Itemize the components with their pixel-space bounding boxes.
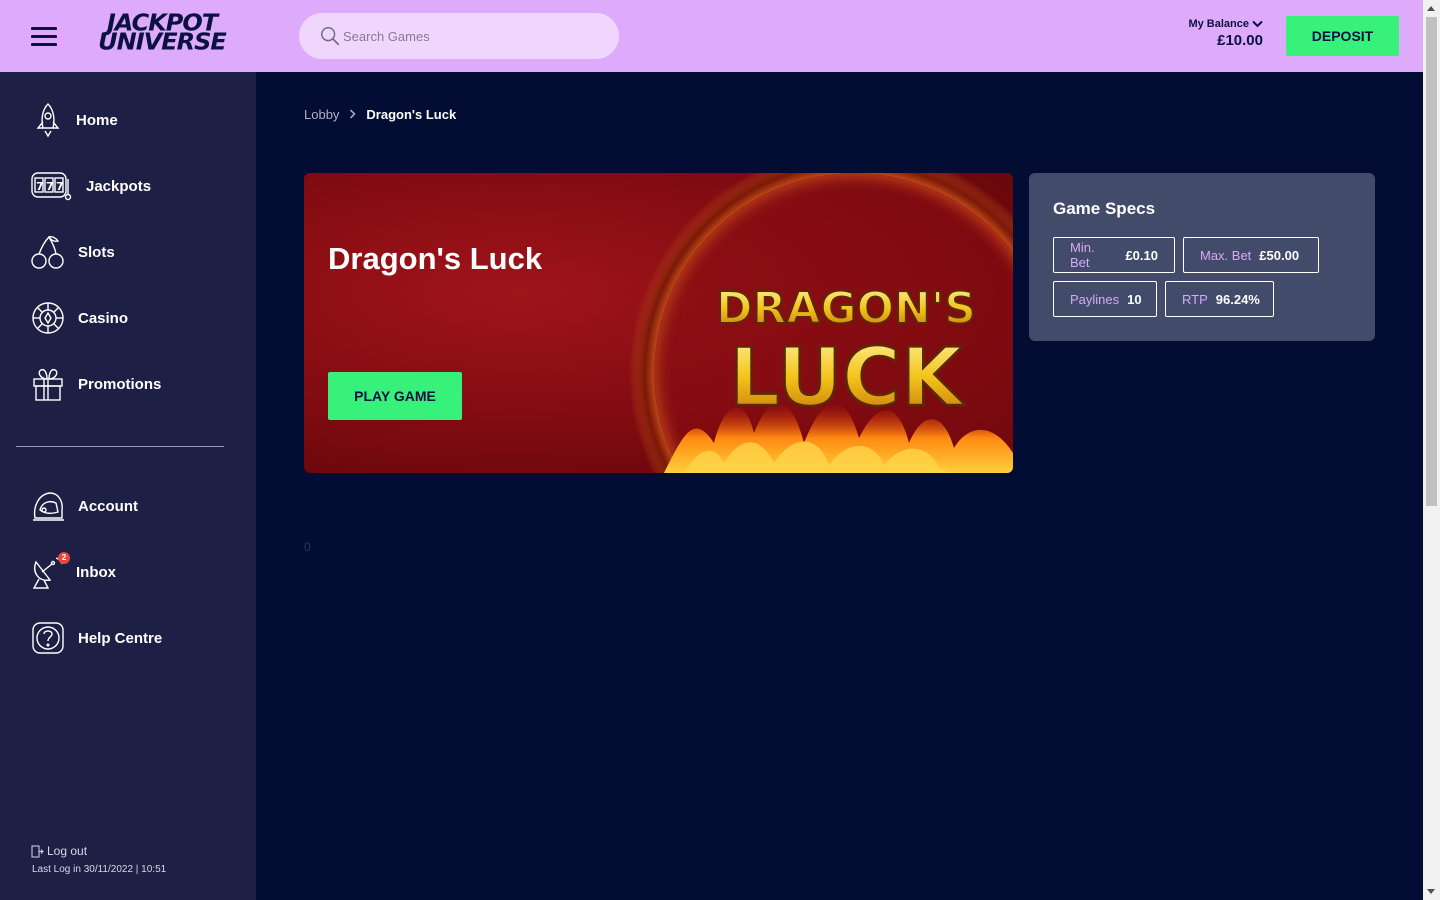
game-specs-panel: Game Specs Min. Bet £0.10 Max. Bet £50.0… [1029,173,1375,341]
brand-logo[interactable]: JACKPOT UNIVERSE [87,12,237,58]
question-icon [30,620,66,656]
sidebar-item-label: Promotions [78,375,162,393]
roulette-chip-icon [30,300,66,336]
search-input[interactable] [343,13,603,59]
logout-icon [31,845,44,857]
svg-text:7: 7 [46,180,54,193]
game-hero-banner: Dragon's Luck PLAY GAME DRAGON'S LUCK [304,173,1013,473]
slot-777-icon: 777 [30,168,72,204]
sidebar-item-help-centre[interactable]: Help Centre [30,620,162,656]
play-game-button[interactable]: PLAY GAME [328,372,462,420]
sidebar-item-inbox[interactable]: 2 Inbox [30,552,116,590]
sidebar-item-promotions[interactable]: Promotions [30,366,161,402]
chevron-right-icon [349,108,356,122]
gift-icon [30,366,66,402]
sidebar-item-jackpots[interactable]: 777 Jackpots [30,168,151,204]
page-scrollbar[interactable] [1423,0,1440,900]
sidebar-item-account[interactable]: Account [30,488,138,524]
sidebar-item-home[interactable]: Home [30,102,118,138]
spec-label: Min. Bet [1070,240,1095,270]
sidebar-item-slots[interactable]: Slots [30,234,115,270]
sidebar-item-label: Jackpots [86,177,152,195]
search-bar [299,13,619,59]
logout-label: Log out [47,844,88,858]
logout-link[interactable]: Log out [31,844,87,858]
sidebar-item-label: Account [78,497,138,515]
scroll-thumb[interactable] [1426,17,1437,506]
svg-text:7: 7 [36,180,44,193]
loader-text: 0 [304,540,311,554]
spec-label: Paylines [1070,291,1120,307]
artwork-line-1: DRAGON'S [716,283,976,334]
dragons-luck-artwork: DRAGON'S LUCK [629,173,1013,473]
spec-max-bet: Max. Bet £50.00 [1183,237,1319,273]
satellite-dish-icon: 2 [30,552,70,590]
game-title: Dragon's Luck [328,241,543,276]
scroll-up-arrow[interactable] [1427,6,1435,11]
spec-rtp: RTP 96.24% [1165,281,1274,317]
sidebar: Home 777 Jackpots Slots Casino Promotion… [0,72,256,900]
rocket-icon [30,102,66,138]
sidebar-item-casino[interactable]: Casino [30,300,128,336]
sidebar-item-label: Slots [78,243,115,261]
cherries-icon [30,234,66,270]
spec-value: £50.00 [1259,247,1300,263]
brand-line-2: UNIVERSE [98,28,227,56]
sidebar-item-label: Home [76,111,118,129]
chevron-down-icon [1252,20,1263,28]
top-header: JACKPOT UNIVERSE My Balance £10.00 DEPOS… [0,0,1423,72]
balance-value: £10.00 [1217,32,1263,49]
spec-label: Max. Bet [1200,247,1252,263]
balance-display[interactable]: My Balance £10.00 [1188,18,1263,49]
game-specs-title: Game Specs [1053,199,1156,218]
astronaut-helmet-icon [30,488,66,524]
deposit-button[interactable]: DEPOSIT [1286,16,1399,56]
balance-label: My Balance [1188,18,1249,30]
spec-value: 96.24% [1215,291,1260,307]
svg-text:7: 7 [56,180,64,193]
search-icon [321,27,340,46]
scroll-down-arrow[interactable] [1427,889,1435,894]
spec-label: RTP [1182,291,1208,307]
breadcrumb-lobby-link[interactable]: Lobby [304,107,339,122]
breadcrumb: Lobby Dragon's Luck [304,107,456,122]
menu-icon[interactable] [31,26,57,46]
sidebar-item-label: Inbox [76,563,116,581]
sidebar-item-label: Help Centre [78,629,163,647]
spec-min-bet: Min. Bet £0.10 [1053,237,1175,273]
sidebar-divider [16,446,224,447]
inbox-badge: 2 [58,552,70,564]
spec-value: £0.10 [1125,247,1158,263]
last-login-text: Last Log in 30/11/2022 | 10:51 [32,864,167,875]
spec-value: 10 [1127,291,1142,307]
artwork-line-2: LUCK [729,331,966,424]
spec-paylines: Paylines 10 [1053,281,1157,317]
sidebar-item-label: Casino [78,309,129,327]
breadcrumb-current: Dragon's Luck [366,107,457,122]
